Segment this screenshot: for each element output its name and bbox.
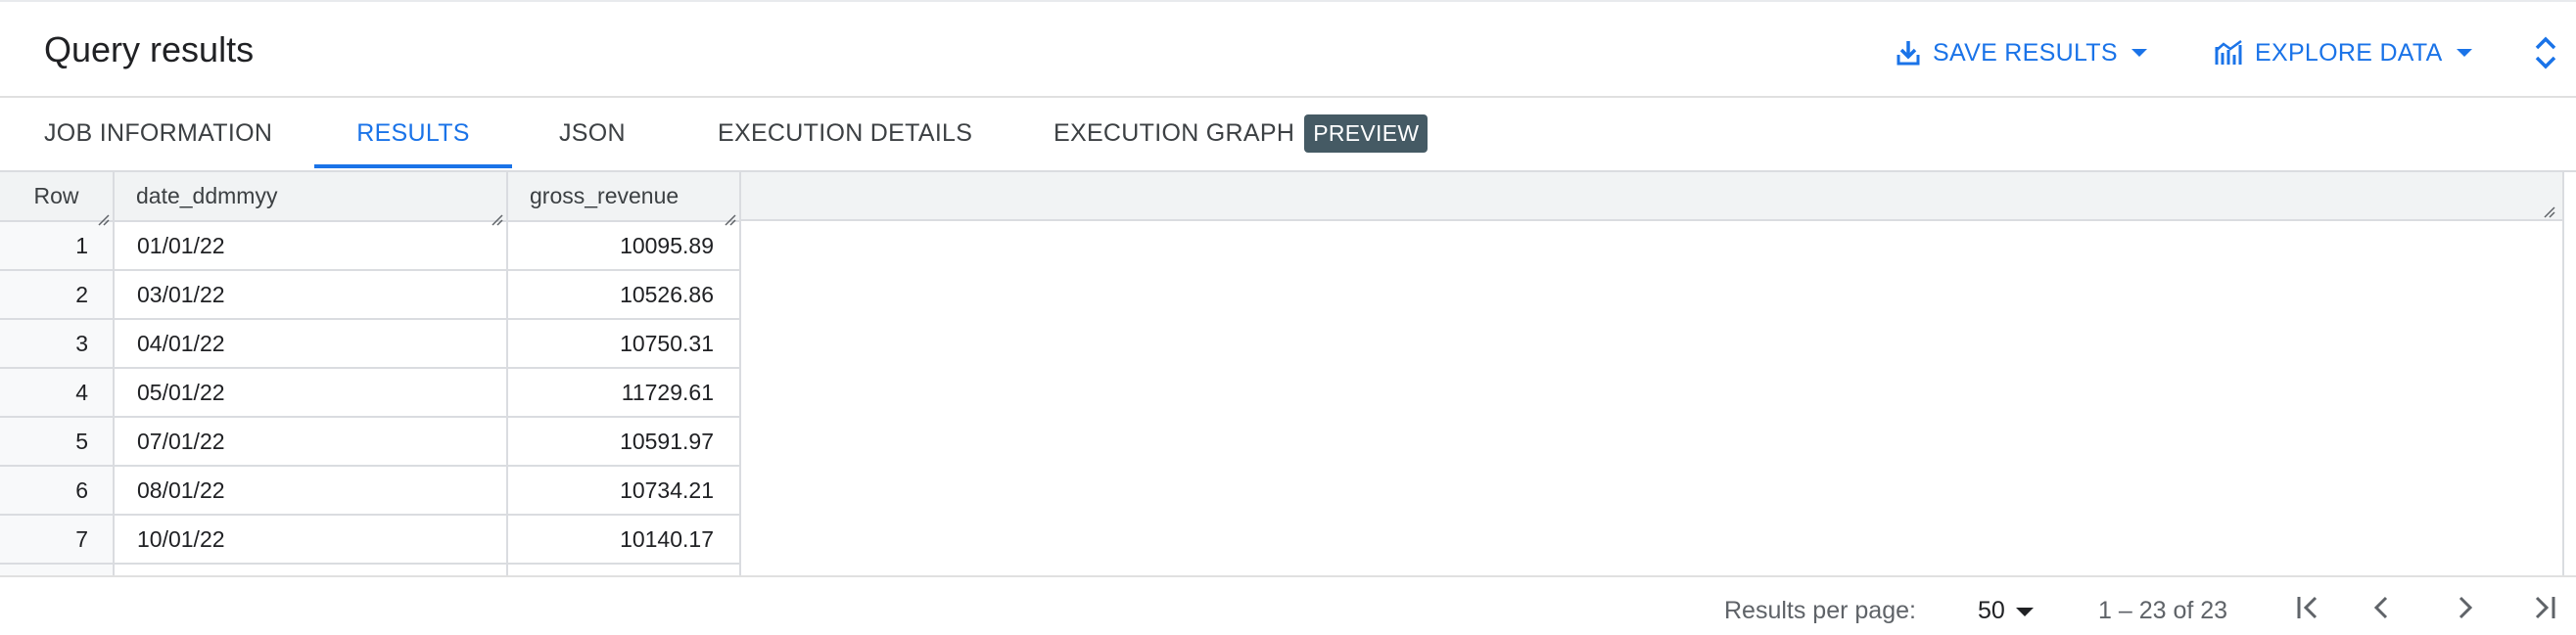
table-row-partial (0, 564, 741, 575)
table-row: 2 03/01/22 10526.86 (0, 270, 741, 320)
row-number-cell: 5 (0, 417, 115, 467)
gross-revenue-cell[interactable]: 10750.31 (507, 319, 741, 369)
preview-badge: PREVIEW (1304, 113, 1429, 153)
gross-revenue-cell[interactable]: 10095.89 (507, 221, 741, 271)
column-resize-icon[interactable] (492, 205, 503, 226)
column-resize-icon[interactable] (2544, 205, 2555, 218)
table-row: 1 01/01/22 10095.89 (0, 221, 741, 271)
results-tabs: JOB INFORMATION RESULTS JSON EXECUTION D… (0, 98, 2576, 170)
results-header: Query results SAVE RESULTS EXPLORE DATA (0, 2, 2576, 98)
download-icon (1896, 39, 1921, 67)
date-cell[interactable]: 05/01/22 (114, 368, 508, 418)
empty-header-area (740, 172, 2562, 221)
last-page-button[interactable] (2524, 591, 2563, 630)
tab-label: JSON (559, 118, 626, 147)
column-header-label: Row (33, 183, 79, 208)
row-number-cell: 4 (0, 368, 115, 418)
results-per-page-value: 50 (1978, 597, 2005, 624)
last-page-icon (2529, 593, 2558, 629)
results-per-page-label: Results per page: (1724, 597, 1916, 624)
gross-revenue-cell[interactable]: 10734.21 (507, 466, 741, 516)
results-grid: Row date_ddmmyy gross_revenue 1 01/01/22… (0, 170, 2576, 575)
caret-down-icon (2455, 47, 2474, 59)
caret-down-icon (2130, 47, 2149, 59)
row-number-cell (0, 564, 115, 575)
date-cell[interactable]: 10/01/22 (114, 515, 508, 565)
query-results-panel: Query results SAVE RESULTS EXPLORE DATA … (0, 0, 2576, 635)
table-header-row: Row date_ddmmyy gross_revenue (0, 172, 741, 226)
column-header-label: gross_revenue (530, 183, 679, 208)
row-number-cell: 1 (0, 221, 115, 271)
save-results-label: SAVE RESULTS (1933, 38, 2118, 67)
first-page-icon (2294, 593, 2323, 629)
row-number-cell: 2 (0, 270, 115, 320)
tab-label: JOB INFORMATION (44, 118, 273, 147)
results-table: Row date_ddmmyy gross_revenue 1 01/01/22… (0, 172, 741, 575)
column-header-row[interactable]: Row (0, 172, 115, 226)
expand-collapse-button[interactable] (2531, 33, 2560, 72)
prev-page-button[interactable] (2363, 591, 2402, 630)
expand-collapse-icon (2531, 36, 2560, 76)
explore-data-label: EXPLORE DATA (2255, 38, 2443, 67)
column-header-label: date_ddmmyy (136, 183, 278, 208)
caret-down-icon (2015, 597, 2035, 625)
date-cell[interactable]: 08/01/22 (114, 466, 508, 516)
gross-revenue-cell[interactable]: 10526.86 (507, 270, 741, 320)
tab-job-information[interactable]: JOB INFORMATION (44, 98, 272, 168)
date-cell[interactable]: 03/01/22 (114, 270, 508, 320)
table-row: 6 08/01/22 10734.21 (0, 466, 741, 516)
date-cell[interactable]: 04/01/22 (114, 319, 508, 369)
pagination-bar: Results per page: 50 1 – 23 of 23 (0, 575, 2576, 635)
table-row: 3 04/01/22 10750.31 (0, 319, 741, 369)
column-resize-icon[interactable] (725, 205, 736, 226)
column-header-gross-revenue[interactable]: gross_revenue (507, 172, 741, 226)
table-row: 4 05/01/22 11729.61 (0, 368, 741, 418)
first-page-button[interactable] (2289, 591, 2328, 630)
row-number-cell: 7 (0, 515, 115, 565)
tab-label: RESULTS (356, 118, 470, 147)
column-resize-icon[interactable] (98, 205, 110, 226)
tab-json[interactable]: JSON (559, 98, 626, 168)
gross-revenue-cell[interactable]: 10591.97 (507, 417, 741, 467)
date-cell[interactable]: 01/01/22 (114, 221, 508, 271)
gross-revenue-cell (507, 564, 741, 575)
save-results-button[interactable]: SAVE RESULTS (1896, 31, 2149, 74)
next-page-button[interactable] (2445, 591, 2484, 630)
column-header-date[interactable]: date_ddmmyy (114, 172, 508, 226)
gross-revenue-cell[interactable]: 10140.17 (507, 515, 741, 565)
results-per-page-select[interactable]: 50 (1978, 597, 2035, 625)
row-number-cell: 6 (0, 466, 115, 516)
row-number-cell: 3 (0, 319, 115, 369)
tab-label: EXECUTION DETAILS (718, 118, 973, 147)
tab-results[interactable]: RESULTS (314, 98, 512, 168)
grid-right-border (2562, 172, 2564, 575)
tab-label: EXECUTION GRAPH (1054, 118, 1295, 147)
gross-revenue-cell[interactable]: 11729.61 (507, 368, 741, 418)
page-title: Query results (44, 29, 255, 69)
date-cell[interactable]: 07/01/22 (114, 417, 508, 467)
tab-execution-details[interactable]: EXECUTION DETAILS (718, 98, 972, 168)
prev-page-icon (2367, 593, 2397, 629)
tab-execution-graph[interactable]: EXECUTION GRAPH PREVIEW (1054, 98, 1429, 168)
next-page-icon (2450, 593, 2479, 629)
explore-data-button[interactable]: EXPLORE DATA (2214, 31, 2474, 74)
explore-chart-icon (2214, 39, 2243, 67)
page-range-text: 1 – 23 of 23 (2098, 597, 2228, 624)
table-row: 7 10/01/22 10140.17 (0, 515, 741, 565)
table-row: 5 07/01/22 10591.97 (0, 417, 741, 467)
date-cell (114, 564, 508, 575)
